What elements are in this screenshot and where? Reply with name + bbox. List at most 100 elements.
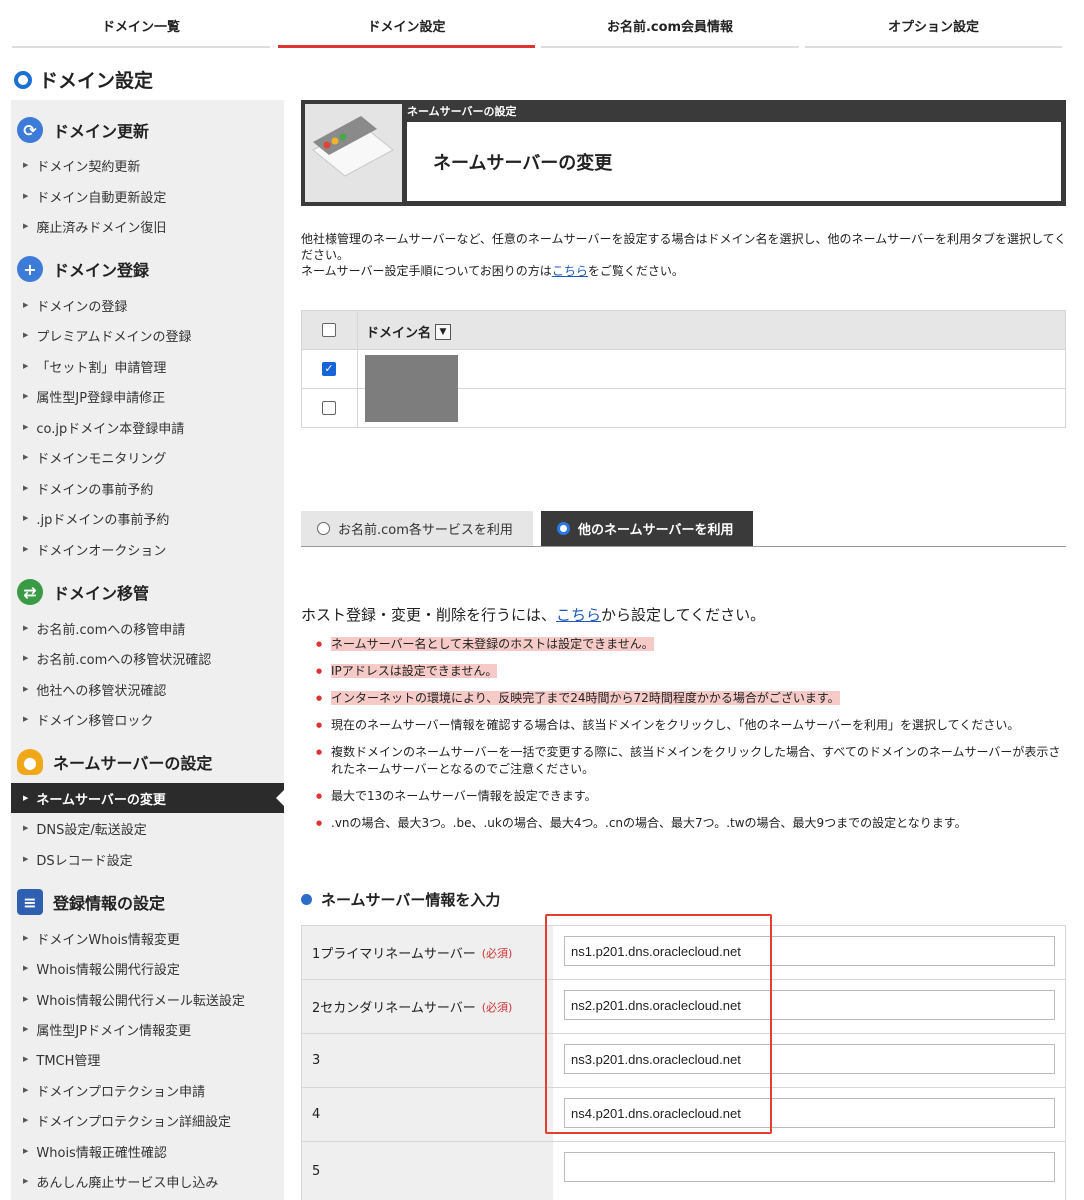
triangle-icon: ▶: [23, 855, 29, 863]
sidebar-item-label: ドメイン自動更新設定: [36, 190, 167, 206]
circle-icon: [14, 70, 32, 89]
nameserver-5-input[interactable]: [564, 1152, 1055, 1182]
sidebar-item[interactable]: ▶ ドメインの登録: [11, 290, 284, 320]
note-text: 現在のネームサーバー情報を確認する場合は、該当ドメインをクリックし、「他のネーム…: [331, 718, 1020, 732]
sidebar-item[interactable]: ▶ 「セット割」申請管理: [11, 351, 284, 381]
list-item: インターネットの環境により、反映完了まで24時間から72時間程度かかる場合がござ…: [316, 690, 1066, 707]
sidebar-item-label: Whois情報公開代行設定: [36, 962, 180, 978]
page-header-box: ネームサーバーの設定 ネームサーバーの変更: [301, 100, 1066, 206]
sidebar-item[interactable]: ▶ 属性型JP登録申請修正: [11, 381, 284, 411]
nameserver-1-input[interactable]: [564, 936, 1055, 966]
domain-name-header[interactable]: ドメイン名 ▼: [366, 322, 452, 341]
ns-label-text: 2セカンダリネームサーバー: [312, 1001, 476, 1016]
radio-selected[interactable]: [557, 522, 570, 535]
sidebar-section-renewal: ⟳ ドメイン更新: [11, 114, 284, 146]
bullet-icon: [301, 894, 312, 905]
refresh-icon: ⟳: [17, 117, 43, 143]
table-row: 3: [302, 1034, 1065, 1088]
tab-option-settings[interactable]: オプション設定: [805, 0, 1062, 50]
sidebar-item[interactable]: ▶ Whois情報公開代行設定: [11, 953, 284, 983]
host-link[interactable]: こちら: [556, 606, 601, 624]
header-title-box: ネームサーバーの変更: [407, 122, 1061, 201]
sidebar-item[interactable]: ▶ ドメインオークション: [11, 534, 284, 564]
sidebar-item[interactable]: ▶ ドメインWhois情報変更: [11, 923, 284, 953]
triangle-icon: ▶: [23, 222, 29, 230]
sidebar-item[interactable]: ▶ DNS設定/転送設定: [11, 813, 284, 843]
description-line: ネームサーバー設定手順についてお困りの方はこちらをご覧ください。: [301, 263, 1071, 279]
radio-unselected[interactable]: [317, 522, 330, 535]
row-checkbox-checked[interactable]: ✓: [322, 362, 336, 376]
select-all-checkbox[interactable]: [322, 323, 336, 337]
help-link[interactable]: こちら: [552, 264, 588, 278]
sidebar-item[interactable]: ▶ ドメインプロテクション申請: [11, 1075, 284, 1105]
table-row: 1プライマリネームサーバー (必須): [302, 926, 1065, 980]
sidebar-item[interactable]: ▶ TMCH管理: [11, 1044, 284, 1074]
description-text: をご覧ください。: [587, 264, 684, 278]
tab-member-info[interactable]: お名前.com会員情報: [541, 0, 799, 50]
sidebar-item[interactable]: ▶ DSレコード設定: [11, 844, 284, 874]
page-title-text: ドメイン設定: [39, 70, 154, 92]
ns-label-text: 3: [312, 1053, 321, 1068]
sidebar-item-label: 他社への移管状況確認: [36, 683, 167, 699]
ns-label: 2セカンダリネームサーバー (必須): [302, 980, 553, 1033]
sidebar-item[interactable]: ▶ あんしん廃止サービス申し込み: [11, 1166, 284, 1196]
sidebar-item-label: お名前.comへの移管申請: [36, 622, 186, 638]
tab-onamae-services[interactable]: お名前.com各サービスを利用: [301, 511, 533, 546]
sidebar-item[interactable]: ▶ ドメイン契約更新: [11, 150, 284, 180]
tab-label: オプション設定: [887, 19, 979, 35]
sidebar-item[interactable]: ▶ 他社への移管状況確認: [11, 674, 284, 704]
sidebar-item-label: ドメインモニタリング: [36, 451, 167, 467]
row-checkbox[interactable]: [322, 401, 336, 415]
nameserver-input-table: 1プライマリネームサーバー(必須) 2セカンダリネームサーバー(必須) 3 4 …: [301, 925, 1066, 1200]
sidebar-item[interactable]: ▶ ドメインモニタリング: [11, 442, 284, 472]
host-text: ホスト登録・変更・削除を行うには、: [301, 606, 557, 624]
table-row: 2セカンダリネームサーバー (必須): [302, 980, 1065, 1034]
triangle-icon: ▶: [23, 964, 29, 972]
tab-label: 他のネームサーバーを利用: [578, 523, 734, 538]
ns-label-text: 4: [312, 1107, 321, 1122]
tab-domain-settings[interactable]: ドメイン設定: [278, 0, 535, 50]
nameserver-3-input[interactable]: [564, 1044, 1055, 1074]
sidebar-item-label: Whois情報公開代行メール転送設定: [36, 993, 245, 1009]
sidebar-item[interactable]: ▶ 廃止済みドメイン復旧: [11, 211, 284, 241]
triangle-icon: ▶: [23, 1116, 29, 1124]
sort-icon[interactable]: ▼: [435, 323, 452, 340]
description-text: ネームサーバー設定手順についてお困りの方は: [301, 264, 552, 278]
sidebar: ⟳ ドメイン更新 ▶ ドメイン契約更新 ▶ ドメイン自動更新設定 ▶ 廃止済みドメイン復…: [11, 100, 284, 1200]
notes-list: ネームサーバー名として未登録のホストは設定できません。 IPアドレスは設定できま…: [316, 636, 1066, 842]
sidebar-item[interactable]: ▶ お名前.comへの移管申請: [11, 613, 284, 643]
required-badge: (必須): [481, 946, 513, 960]
triangle-icon: ▶: [23, 824, 29, 832]
nameserver-2-input[interactable]: [564, 990, 1055, 1020]
triangle-icon: ▶: [23, 1086, 29, 1094]
sidebar-item[interactable]: ▶ co.jpドメイン本登録申請: [11, 412, 284, 442]
page-title: ドメイン設定: [14, 66, 153, 93]
sidebar-item-nameserver-change[interactable]: ▶ ネームサーバーの変更: [11, 783, 284, 813]
note-text: .vnの場合、最大3つ。.be、.ukの場合、最大4つ。.cnの場合、最大7つ。…: [331, 816, 967, 830]
sidebar-item[interactable]: ▶ .jpドメインの事前予約: [11, 503, 284, 533]
sidebar-item-label: 属性型JPドメイン情報変更: [36, 1023, 192, 1039]
sidebar-item[interactable]: ▶ Whois情報正確性確認: [11, 1136, 284, 1166]
tab-domain-list[interactable]: ドメイン一覧: [12, 0, 270, 50]
section-title: ドメイン更新: [53, 122, 150, 141]
description-line: 他社様管理のネームサーバーなど、任意のネームサーバーを設定する場合はドメイン名を…: [301, 232, 1067, 262]
sidebar-item[interactable]: ▶ お名前.comへの移管状況確認: [11, 643, 284, 673]
tab-label: ドメイン一覧: [101, 19, 180, 35]
ns-label-text: 5: [312, 1164, 321, 1179]
triangle-icon: ▶: [23, 1147, 29, 1155]
nameserver-4-input[interactable]: [564, 1098, 1055, 1128]
sidebar-item[interactable]: ▶ ドメインの事前予約: [11, 473, 284, 503]
sidebar-item[interactable]: ▶ プレミアムドメインの登録: [11, 320, 284, 350]
sidebar-item[interactable]: ▶ ドメインプロテクション詳細設定: [11, 1105, 284, 1135]
sidebar-item[interactable]: ▶ 属性型JPドメイン情報変更: [11, 1014, 284, 1044]
tab-other-nameserver[interactable]: 他のネームサーバーを利用: [541, 511, 753, 546]
sidebar-item[interactable]: ▶ Whois情報公開代行メール転送設定: [11, 984, 284, 1014]
triangle-icon: ▶: [23, 423, 29, 431]
sidebar-item[interactable]: ▶ ドメイン自動更新設定: [11, 181, 284, 211]
sidebar-item-label: ドメインオークション: [36, 543, 167, 559]
sidebar-item[interactable]: ▶ ドメイン移管ロック: [11, 704, 284, 734]
sidebar-item-label: 廃止済みドメイン復旧: [36, 220, 167, 236]
triangle-icon: ▶: [23, 1177, 29, 1185]
input-section-title: ネームサーバー情報を入力: [301, 889, 500, 910]
section-title: ネームサーバーの設定: [53, 754, 213, 773]
